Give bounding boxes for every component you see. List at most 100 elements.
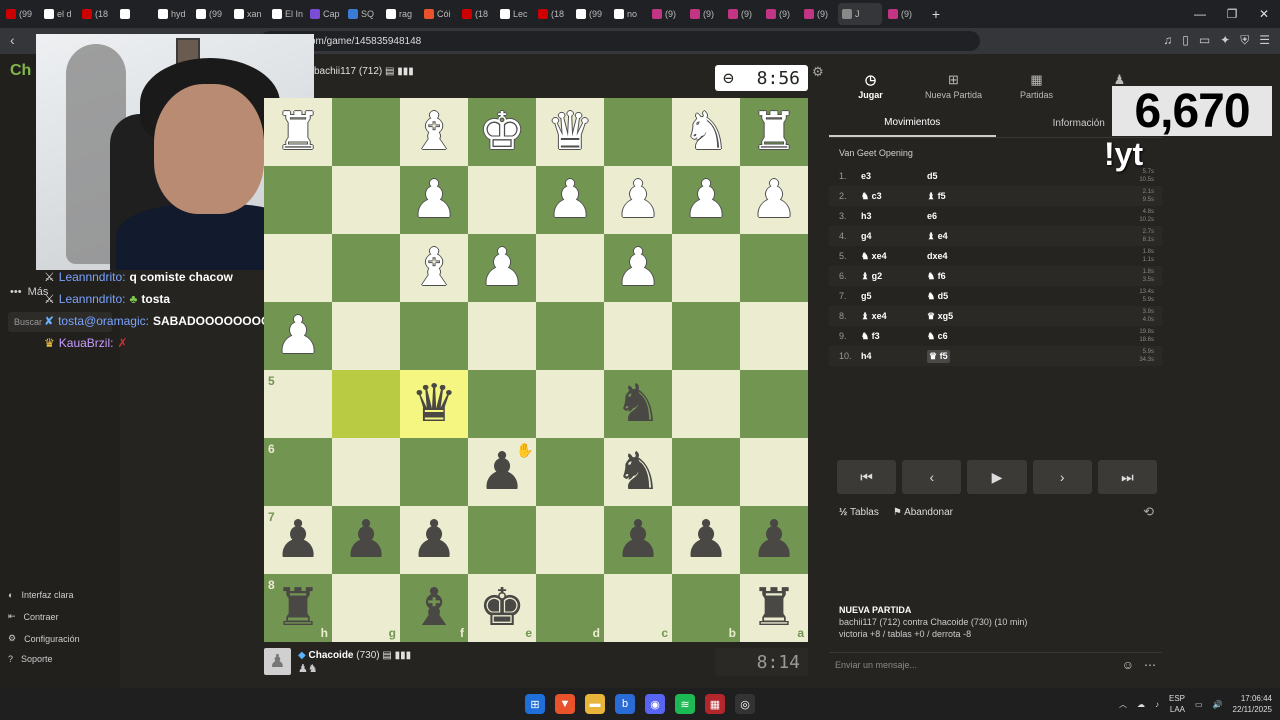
tab-games[interactable]: ▦ Partidas: [995, 66, 1078, 106]
flip-board-icon[interactable]: ⟲: [1143, 504, 1154, 520]
sidebar-icon[interactable]: ▯: [1182, 33, 1189, 48]
square-c8[interactable]: c: [604, 574, 672, 642]
browser-tab[interactable]: (18: [458, 3, 494, 25]
bottom-player-name[interactable]: Chacoide: [308, 650, 353, 661]
black-king-icon[interactable]: ♚: [479, 582, 526, 634]
square-a6[interactable]: [740, 438, 808, 506]
spotify-icon[interactable]: ≋: [675, 694, 695, 714]
new-tab-button[interactable]: +: [926, 4, 946, 24]
square-d1[interactable]: ♛: [536, 98, 604, 166]
chess-com-logo[interactable]: Ch: [10, 62, 31, 80]
board-settings-icon[interactable]: ⚙: [812, 64, 824, 80]
browser-tab[interactable]: Lec: [496, 3, 532, 25]
folder-icon[interactable]: ▬: [585, 694, 605, 714]
browser-tab[interactable]: [116, 3, 152, 25]
square-f6[interactable]: [400, 438, 468, 506]
prev-move-button[interactable]: ‹: [902, 460, 962, 494]
white-pawn-icon[interactable]: ♟: [615, 174, 662, 226]
square-g2[interactable]: [332, 166, 400, 234]
black-pawn-icon[interactable]: ♟: [275, 514, 322, 566]
white-pawn-icon[interactable]: ♟: [547, 174, 594, 226]
square-f4[interactable]: [400, 302, 468, 370]
volume-icon[interactable]: 🔊: [1213, 700, 1223, 709]
browser-tab[interactable]: xan: [230, 3, 266, 25]
chat-input[interactable]: Enviar un mensaje... ☺ ⋯: [829, 652, 1162, 676]
move-san[interactable]: e6: [927, 211, 1027, 221]
browser-tab[interactable]: (9): [800, 3, 836, 25]
square-f3[interactable]: ♝: [400, 234, 468, 302]
sidebar-item-support[interactable]: ? Soporte: [8, 654, 53, 664]
square-h8[interactable]: ♜ 8 h: [264, 574, 332, 642]
square-a3[interactable]: [740, 234, 808, 302]
browser-tab[interactable]: (99: [572, 3, 608, 25]
square-g3[interactable]: [332, 234, 400, 302]
square-e7[interactable]: [468, 506, 536, 574]
tab-play[interactable]: ◷ Jugar: [829, 66, 912, 106]
minimize-icon[interactable]: —: [1184, 0, 1216, 28]
black-pawn-icon[interactable]: ♟: [683, 514, 730, 566]
move-san[interactable]: ♝ xe4: [861, 311, 927, 322]
black-knight-icon[interactable]: ♞: [615, 446, 662, 498]
square-h2[interactable]: [264, 166, 332, 234]
browser-tab[interactable]: SQ: [344, 3, 380, 25]
sidebar-item-settings[interactable]: ⚙ Configuración: [8, 633, 80, 644]
start-icon[interactable]: ⊞: [525, 694, 545, 714]
move-san[interactable]: h3: [861, 211, 927, 221]
white-rook-icon[interactable]: ♜: [751, 106, 798, 158]
vpn-icon[interactable]: ⛨: [1240, 33, 1249, 48]
maximize-icon[interactable]: ❐: [1216, 0, 1248, 28]
avatar[interactable]: ♟: [264, 648, 291, 675]
square-c4[interactable]: [604, 302, 672, 370]
move-san[interactable]: e3: [861, 171, 927, 181]
back-arrow-icon[interactable]: ‹: [10, 32, 15, 48]
brave-icon[interactable]: ▼: [555, 694, 575, 714]
browser-tab[interactable]: (9): [648, 3, 684, 25]
move-san[interactable]: ♛ f5: [927, 349, 950, 363]
resign-button[interactable]: ⚑ Abandonar: [893, 507, 953, 518]
browser-tab[interactable]: el d: [40, 3, 76, 25]
white-pawn-icon[interactable]: ♟: [751, 174, 798, 226]
move-san[interactable]: ♞ d5: [927, 291, 1027, 302]
bing-icon[interactable]: b: [615, 694, 635, 714]
square-c3[interactable]: ♟: [604, 234, 672, 302]
move-san[interactable]: d5: [927, 171, 1027, 181]
music-icon[interactable]: ♫: [1163, 33, 1172, 48]
square-c2[interactable]: ♟: [604, 166, 672, 234]
browser-tab[interactable]: hyd: [154, 3, 190, 25]
square-f5[interactable]: ♛: [400, 370, 468, 438]
move-san[interactable]: ♞ xe4: [861, 251, 927, 262]
square-d8[interactable]: d: [536, 574, 604, 642]
square-b6[interactable]: [672, 438, 740, 506]
cloud-icon[interactable]: ☁: [1137, 700, 1145, 709]
move-san[interactable]: ♞ f6: [927, 271, 1027, 282]
white-pawn-icon[interactable]: ♟: [479, 242, 526, 294]
square-g1[interactable]: [332, 98, 400, 166]
sidebar-item-light-theme[interactable]: ◐ Interfaz clara: [8, 590, 73, 600]
move-san[interactable]: ♞ c3: [861, 191, 927, 202]
square-c1[interactable]: [604, 98, 672, 166]
square-e3[interactable]: ♟: [468, 234, 536, 302]
black-bishop-icon[interactable]: ♝: [411, 582, 458, 634]
more-item[interactable]: ••• Más: [10, 286, 48, 298]
menu-icon[interactable]: ☰: [1259, 33, 1270, 48]
move-san[interactable]: ♞ c6: [927, 331, 1027, 342]
square-e2[interactable]: [468, 166, 536, 234]
square-d7[interactable]: [536, 506, 604, 574]
browser-tab[interactable]: J: [838, 3, 882, 25]
square-d3[interactable]: [536, 234, 604, 302]
browser-tab[interactable]: (18: [78, 3, 114, 25]
url-bar[interactable]: om/game/145835948148: [260, 31, 980, 51]
square-a1[interactable]: ♜: [740, 98, 808, 166]
square-b8[interactable]: b: [672, 574, 740, 642]
square-f8[interactable]: ♝ f: [400, 574, 468, 642]
black-pawn-icon[interactable]: ♟: [751, 514, 798, 566]
top-player-name[interactable]: bachii117: [314, 66, 356, 77]
square-a2[interactable]: ♟: [740, 166, 808, 234]
more-options-icon[interactable]: ⋯: [1144, 658, 1156, 672]
square-h1[interactable]: ♜: [264, 98, 332, 166]
move-san[interactable]: ♝ f5: [927, 191, 1027, 202]
square-d2[interactable]: ♟: [536, 166, 604, 234]
square-f7[interactable]: ♟: [400, 506, 468, 574]
square-a7[interactable]: ♟: [740, 506, 808, 574]
square-h5[interactable]: 5: [264, 370, 332, 438]
